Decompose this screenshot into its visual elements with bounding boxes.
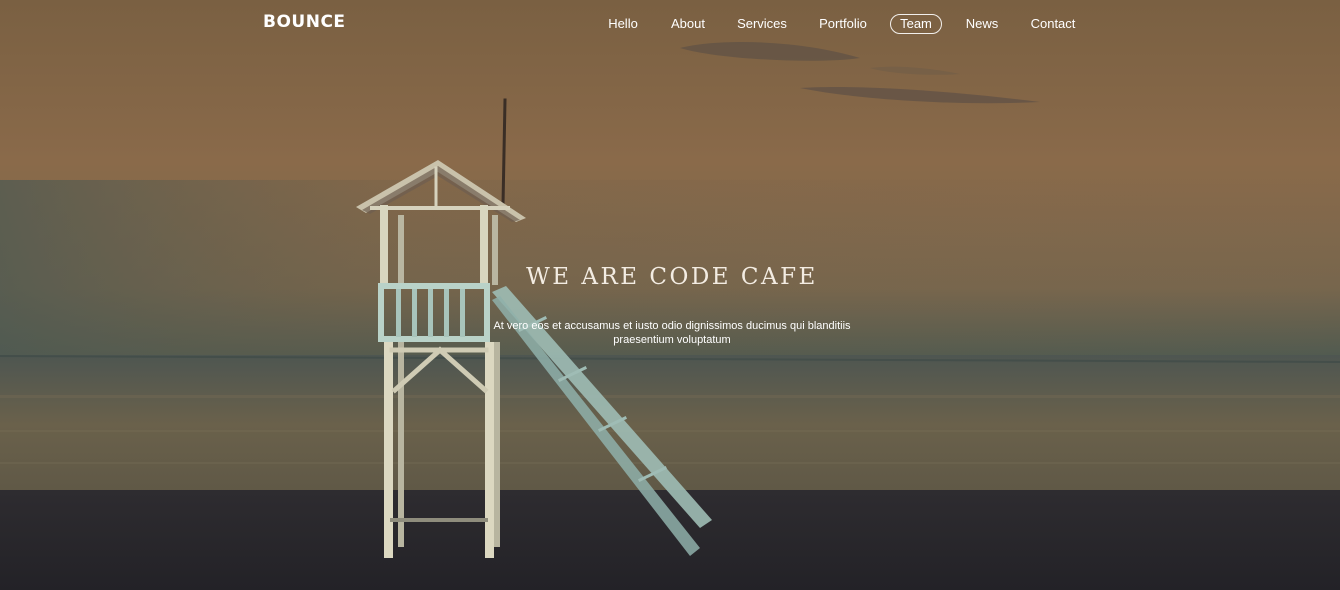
nav-item-services[interactable]: Services — [736, 14, 788, 34]
nav-item-contact[interactable]: Contact — [1028, 14, 1078, 34]
hero-section: BOUNCE Hello About Services Portfolio Te… — [0, 0, 1340, 590]
nav-item-team[interactable]: Team — [890, 14, 942, 34]
main-nav: Hello About Services Portfolio Team News… — [0, 0, 1340, 48]
top-navbar: BOUNCE Hello About Services Portfolio Te… — [0, 0, 1340, 48]
nav-item-about[interactable]: About — [668, 14, 708, 34]
hero-description: At vero eos et accusamus et iusto odio d… — [493, 320, 851, 346]
background-image — [0, 0, 1340, 590]
nav-item-portfolio[interactable]: Portfolio — [815, 14, 871, 34]
hero-title: WE ARE CODE CAFE — [526, 264, 818, 290]
nav-item-news[interactable]: News — [963, 14, 1001, 34]
nav-item-hello[interactable]: Hello — [604, 14, 642, 34]
